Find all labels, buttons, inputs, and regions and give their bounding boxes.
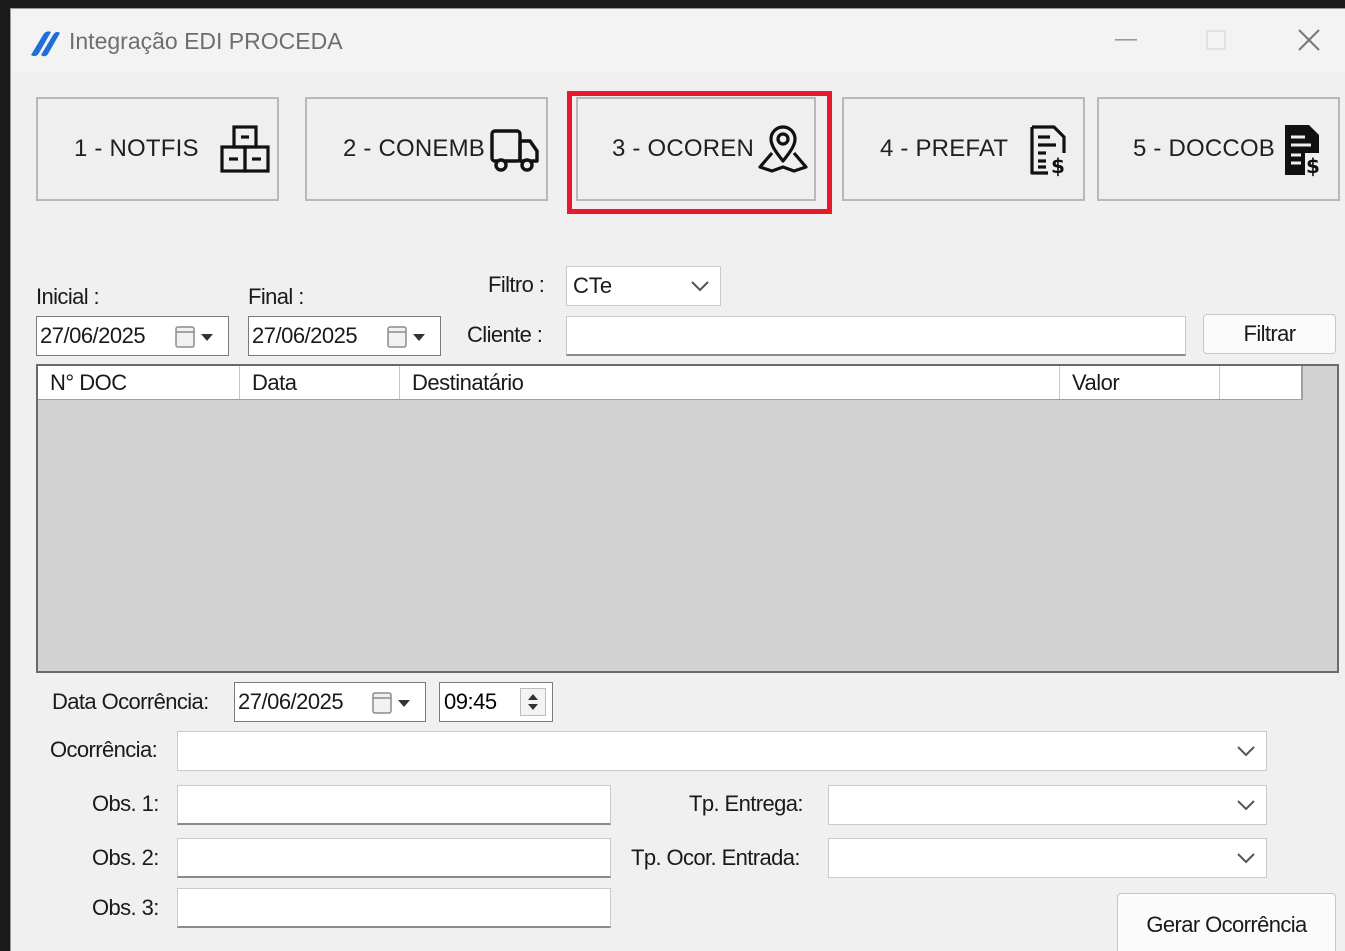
tp-entrega-label: Tp. Entrega: [689, 791, 803, 816]
obs2-label: Obs. 2: [92, 845, 159, 870]
minimize-button[interactable] [1106, 23, 1146, 57]
app-logo-icon [31, 31, 60, 57]
data-ocorrencia-value: 27/06/2025 [238, 689, 344, 714]
svg-text:$: $ [1306, 154, 1320, 177]
close-icon [1298, 29, 1320, 51]
tab-conemb[interactable]: 2 - CONEMB [305, 97, 548, 201]
column-header-ndoc[interactable]: N° DOC [38, 366, 240, 399]
obs1-input[interactable] [177, 785, 611, 825]
calendar-dropdown-icon[interactable] [371, 690, 415, 716]
obs2-input[interactable] [177, 838, 611, 878]
close-button[interactable] [1289, 23, 1329, 57]
tab-prefat[interactable]: 4 - PREFAT $ [842, 97, 1085, 201]
tab-conemb-label: 2 - CONEMB [343, 135, 486, 162]
spin-up-down-icon [528, 694, 538, 710]
obs1-label: Obs. 1: [92, 791, 159, 816]
data-ocorrencia-picker[interactable]: 27/06/2025 [234, 682, 426, 722]
inicial-label: Inicial : [36, 284, 100, 309]
maximize-button[interactable] [1196, 23, 1236, 57]
title-bar: Integração EDI PROCEDA [11, 9, 1345, 73]
tab-prefat-label: 4 - PREFAT [880, 135, 1009, 162]
column-header-valor[interactable]: Valor [1060, 366, 1220, 399]
billing-document-icon: $ [1285, 125, 1320, 177]
final-date-value: 27/06/2025 [252, 323, 358, 348]
hora-ocorrencia-value: 09:45 [444, 689, 497, 714]
tab-doccob-label: 5 - DOCCOB [1133, 135, 1276, 162]
data-ocorrencia-label: Data Ocorrência: [52, 689, 209, 714]
svg-text:$: $ [1051, 154, 1065, 177]
time-spinner[interactable] [520, 688, 546, 716]
cliente-label: Cliente : [467, 322, 543, 347]
window-title: Integração EDI PROCEDA [69, 28, 343, 54]
chevron-down-icon [691, 281, 709, 292]
filtrar-button[interactable]: Filtrar [1203, 314, 1336, 354]
inicial-date-picker[interactable]: 27/06/2025 [36, 316, 229, 356]
column-header-data[interactable]: Data [240, 366, 400, 399]
invoice-icon: $ [1030, 125, 1066, 177]
final-date-picker[interactable]: 27/06/2025 [248, 316, 441, 356]
hora-ocorrencia-picker[interactable]: 09:45 [439, 682, 553, 722]
tab-notfis[interactable]: 1 - NOTFIS [36, 97, 279, 201]
column-header-destinatario[interactable]: Destinatário [400, 366, 1060, 399]
final-label: Final : [248, 284, 304, 309]
app-window: Integração EDI PROCEDA 1 - NOTFIS 2 - CO… [10, 8, 1345, 951]
filtro-select-value: CTe [573, 273, 613, 298]
maximize-icon [1206, 30, 1226, 50]
cliente-input[interactable] [566, 316, 1186, 356]
truck-icon [490, 129, 539, 172]
inicial-date-value: 27/06/2025 [40, 323, 146, 348]
tp-ocor-entrada-label: Tp. Ocor. Entrada: [631, 845, 801, 870]
calendar-dropdown-icon[interactable] [386, 324, 430, 350]
ocorrencia-label: Ocorrência: [50, 737, 158, 762]
chevron-down-icon [1237, 853, 1255, 864]
filtro-select[interactable]: CTe [566, 266, 721, 306]
documents-grid[interactable]: N° DOC Data Destinatário Valor [36, 364, 1339, 673]
obs3-label: Obs. 3: [92, 895, 159, 920]
tab-notfis-label: 1 - NOTFIS [74, 135, 199, 162]
boxes-icon [220, 125, 270, 173]
grid-header: N° DOC Data Destinatário Valor [38, 366, 1303, 400]
tab-doccob[interactable]: 5 - DOCCOB $ [1097, 97, 1340, 201]
filtro-label: Filtro : [488, 272, 545, 297]
selected-tab-highlight [567, 91, 832, 214]
tp-entrega-select[interactable] [828, 785, 1267, 825]
calendar-dropdown-icon[interactable] [174, 324, 218, 350]
gerar-ocorrencia-button[interactable]: Gerar Ocorrência [1117, 893, 1336, 951]
tp-ocor-entrada-select[interactable] [828, 838, 1267, 878]
obs3-input[interactable] [177, 888, 611, 928]
chevron-down-icon [1237, 746, 1255, 757]
minimize-icon [1115, 39, 1137, 41]
chevron-down-icon [1237, 800, 1255, 811]
ocorrencia-select[interactable] [177, 731, 1267, 771]
